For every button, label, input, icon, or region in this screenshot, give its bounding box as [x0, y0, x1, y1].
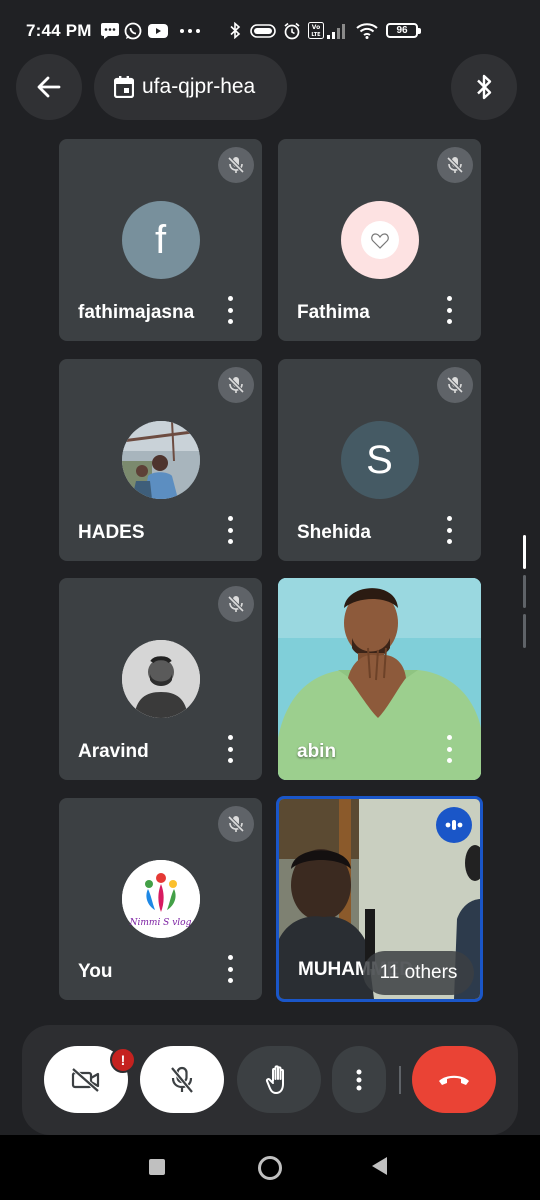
participant-tile[interactable]: HADES — [59, 359, 262, 561]
volte-icon: Vo LTE — [308, 22, 324, 39]
participant-tile[interactable]: Fathima — [278, 139, 481, 341]
participant-tile[interactable]: Aravind — [59, 578, 262, 780]
heart-icon — [360, 221, 399, 259]
participant-name: You — [78, 961, 113, 982]
participant-tile[interactable]: f fathimajasna — [59, 139, 262, 341]
meeting-code: ufa-qjpr-hea — [142, 75, 256, 98]
others-count-chip[interactable]: 11 others — [363, 951, 474, 995]
more-vert-icon — [356, 1069, 362, 1090]
more-options-icon[interactable] — [220, 516, 240, 544]
mic-off-icon — [437, 367, 473, 403]
more-options-icon[interactable] — [439, 296, 459, 324]
youtube-icon — [148, 22, 168, 39]
home-icon[interactable] — [258, 1156, 282, 1180]
more-options-button[interactable] — [332, 1046, 386, 1113]
participant-name: Aravind — [78, 741, 149, 762]
avatar: S — [340, 421, 419, 499]
status-time: 7:44 PM — [26, 21, 92, 40]
system-nav-bar — [0, 1135, 540, 1200]
mic-off-icon — [218, 147, 254, 183]
signal-icon — [326, 22, 348, 39]
whatsapp-icon — [124, 22, 142, 39]
battery-level: 96 — [396, 25, 408, 36]
messages-icon — [101, 22, 119, 39]
mic-off-icon — [218, 806, 254, 842]
back-button[interactable] — [16, 54, 82, 120]
mic-off-icon — [437, 147, 473, 183]
speaking-indicator-icon — [436, 807, 472, 843]
avatar — [340, 201, 419, 279]
more-options-icon[interactable] — [220, 735, 240, 763]
avatar-photo — [121, 421, 200, 499]
camera-off-icon — [71, 1066, 100, 1093]
svg-text:Vo: Vo — [312, 24, 320, 31]
alert-badge-icon: ! — [110, 1047, 136, 1073]
bluetooth-audio-icon — [477, 74, 492, 100]
alarm-icon — [283, 22, 301, 39]
toggle-icon — [250, 22, 276, 39]
mic-off-icon — [218, 367, 254, 403]
avatar-photo — [121, 640, 200, 718]
bluetooth-icon — [228, 22, 242, 39]
calendar-icon — [114, 76, 134, 98]
end-call-button[interactable] — [412, 1046, 496, 1113]
scrollbar-thumb[interactable] — [523, 535, 526, 569]
more-options-icon[interactable] — [220, 955, 240, 983]
mic-off-icon — [218, 586, 254, 622]
svg-text:LTE: LTE — [311, 32, 321, 38]
meeting-info-button[interactable]: ufa-qjpr-hea — [94, 54, 287, 120]
more-notifications-icon — [179, 22, 201, 39]
participant-tile[interactable]: S Shehida — [278, 359, 481, 561]
scrollbar-segment — [523, 614, 526, 648]
call-end-icon — [439, 1075, 469, 1085]
recents-icon[interactable] — [149, 1159, 165, 1175]
avatar: f — [121, 201, 200, 279]
hand-icon — [265, 1064, 284, 1094]
wifi-icon — [355, 22, 379, 39]
divider — [399, 1066, 401, 1094]
participant-name: Fathima — [297, 302, 370, 323]
status-bar: 7:44 PM Vo LTE 96 — [0, 0, 540, 60]
avatar-letter: S — [366, 437, 393, 482]
bluetooth-audio-button[interactable] — [451, 54, 517, 120]
arrow-back-icon — [37, 76, 61, 98]
participant-name: Shehida — [297, 522, 371, 543]
back-nav-icon[interactable] — [372, 1157, 387, 1175]
participant-tile-self[interactable]: Nimmi S vlog You — [59, 798, 262, 1000]
logo-text: Nimmi S vlog — [129, 918, 192, 928]
participant-name: HADES — [78, 522, 145, 543]
participant-name: abin — [297, 741, 337, 762]
battery-icon: 96 — [386, 23, 421, 38]
mic-off-icon — [170, 1066, 194, 1093]
raise-hand-button[interactable] — [237, 1046, 321, 1113]
more-options-icon[interactable] — [220, 296, 240, 324]
participant-name: fathimajasna — [78, 302, 195, 323]
scrollbar-segment — [523, 575, 526, 608]
more-options-icon[interactable] — [439, 735, 459, 763]
avatar-letter: f — [154, 217, 167, 262]
mic-toggle-button[interactable] — [140, 1046, 224, 1113]
participant-tile-video[interactable]: abin — [278, 578, 481, 780]
participant-tile-active-speaker[interactable]: MUHAMMED 11 others — [276, 796, 483, 1002]
more-options-icon[interactable] — [439, 516, 459, 544]
